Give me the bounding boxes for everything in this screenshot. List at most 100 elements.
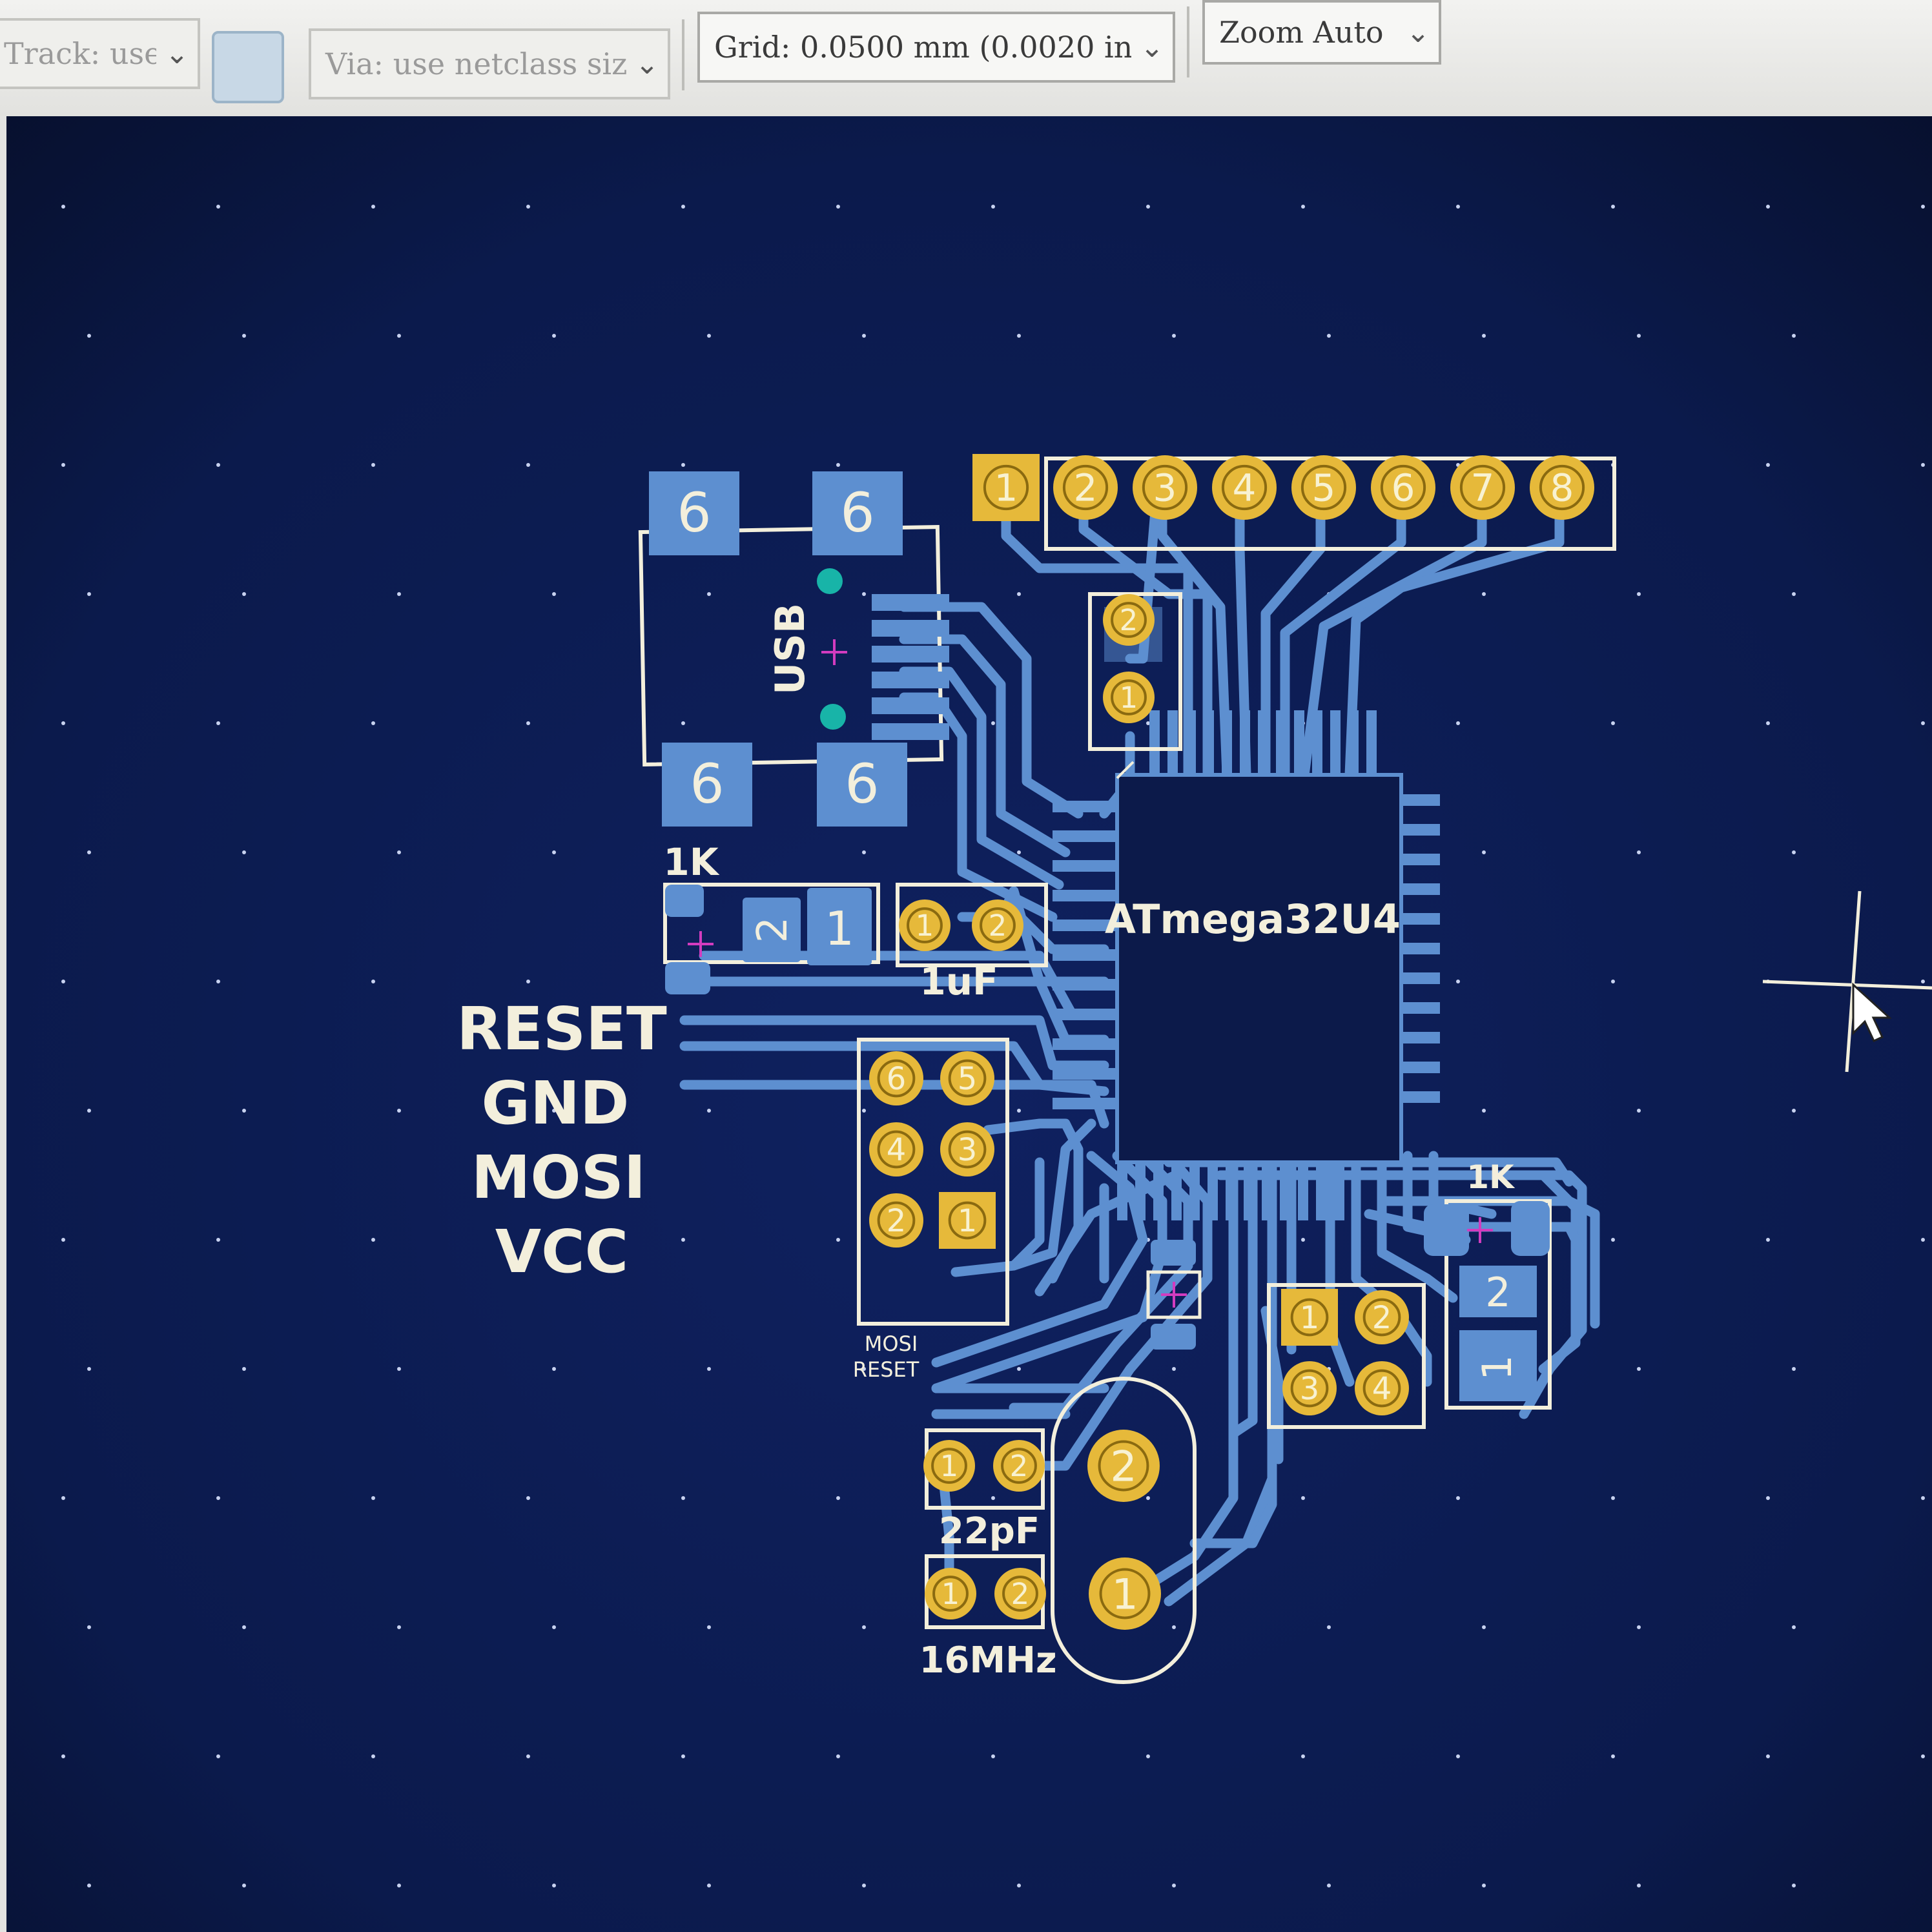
- usb-shield-pad[interactable]: 6: [649, 471, 739, 555]
- cap-22pf-a-pin-1[interactable]: 1: [923, 1440, 975, 1492]
- mcu-pad: [1053, 860, 1117, 872]
- crystal-pin-2[interactable]: 2: [1087, 1430, 1160, 1502]
- grid-dot: [526, 721, 530, 725]
- isp-pin-3[interactable]: 3: [940, 1122, 994, 1177]
- mcu-pad: [1135, 1162, 1146, 1220]
- cap-top-pin-1[interactable]: 1: [1103, 672, 1155, 723]
- button-pin-1[interactable]: 1: [1281, 1289, 1338, 1346]
- cap-22pf-b-pin-2[interactable]: 2: [994, 1568, 1046, 1619]
- grid-dot: [1482, 1109, 1486, 1113]
- cap-22pf-a-pin-2[interactable]: 2: [993, 1440, 1045, 1492]
- pcb-editor-window: Track: use netclass width ⌄ Via: use net…: [0, 0, 1932, 1932]
- grid-dot: [1766, 1754, 1770, 1758]
- usb-shield-pad[interactable]: 6: [817, 743, 907, 827]
- grid-dot: [1792, 1625, 1796, 1629]
- grid-dot: [862, 850, 866, 854]
- isp-pin-1[interactable]: 1: [939, 1192, 996, 1249]
- grid-dot: [1766, 1238, 1770, 1242]
- grid-dot: [862, 1884, 866, 1887]
- isp-pin-4[interactable]: 4: [869, 1122, 923, 1177]
- mcu-pad: [1204, 710, 1214, 775]
- chevron-down-icon: ⌄: [635, 47, 659, 81]
- header-pin-2-label: 2: [1074, 466, 1098, 510]
- header-pin-8-label: 8: [1550, 466, 1574, 510]
- grid-dot: [1921, 1754, 1925, 1758]
- mcu-pad: [1401, 854, 1440, 865]
- header-pin-1[interactable]: 1: [972, 454, 1040, 521]
- grid-dot: [681, 1496, 685, 1500]
- mcu-pad: [1334, 1162, 1344, 1220]
- button-pin-4[interactable]: 4: [1355, 1361, 1409, 1415]
- header-pin-6[interactable]: 6: [1371, 455, 1435, 520]
- grid-dot: [552, 850, 556, 854]
- button-pin-3[interactable]: 3: [1282, 1361, 1337, 1415]
- isp-pin-6[interactable]: 6: [869, 1051, 923, 1105]
- chevron-down-icon: ⌄: [1406, 15, 1430, 49]
- grid-dot: [836, 1496, 840, 1500]
- zoom-select[interactable]: Zoom Auto ⌄: [1202, 0, 1441, 65]
- mcu-pad: [1401, 883, 1440, 895]
- grid-dot: [1766, 463, 1770, 467]
- layer-pair-button[interactable]: [212, 31, 284, 103]
- grid-label: Grid: 0.0500 mm (0.0020 in): [714, 30, 1131, 65]
- mcu-pad: [1262, 1162, 1272, 1220]
- header-pin-4[interactable]: 4: [1212, 455, 1277, 520]
- cap-1uf-pin-2[interactable]: 2: [972, 899, 1023, 951]
- track-width-select[interactable]: Track: use netclass width ⌄: [0, 18, 200, 89]
- grid-dot: [1017, 850, 1021, 854]
- grid-dot: [216, 1754, 220, 1758]
- mcu-pad: [1222, 710, 1232, 775]
- cap-22pf-b-pin-2-label: 2: [1011, 1577, 1030, 1611]
- grid-dot: [1921, 980, 1925, 983]
- header-pin-8[interactable]: 8: [1530, 455, 1594, 520]
- grid-dot: [862, 1109, 866, 1113]
- grid-dot: [836, 1754, 840, 1758]
- grid-dot: [681, 721, 685, 725]
- mcu-pad: [1186, 710, 1196, 775]
- isp-pin-2[interactable]: 2: [869, 1193, 923, 1248]
- isp-pin-1-label: 1: [958, 1203, 978, 1239]
- usb-shield-pad[interactable]: 6: [812, 471, 903, 555]
- grid-dot: [1327, 1625, 1331, 1629]
- grid-dot: [371, 980, 375, 983]
- grid-dot: [1301, 1238, 1305, 1242]
- grid-dot: [1611, 721, 1615, 725]
- grid-dot: [991, 721, 995, 725]
- cap-1uf-pin-1[interactable]: 1: [899, 899, 951, 951]
- mcu-pad: [1401, 913, 1440, 925]
- grid-dot: [1146, 1754, 1150, 1758]
- usb-mounting-hole: [817, 568, 843, 594]
- via-size-select[interactable]: Via: use netclass sizes ⌄: [309, 28, 670, 99]
- grid-select[interactable]: Grid: 0.0500 mm (0.0020 in) ⌄: [697, 12, 1175, 83]
- button-pin-1-label: 1: [1300, 1300, 1320, 1336]
- header-pin-5-label: 5: [1312, 466, 1336, 510]
- grid-dot: [1456, 205, 1460, 209]
- grid-dot: [1301, 205, 1305, 209]
- grid-dot: [371, 463, 375, 467]
- cap-22pf-b-pin-1[interactable]: 1: [925, 1568, 976, 1619]
- mcu-pad: [1401, 943, 1440, 954]
- crystal-pin-1[interactable]: 1: [1089, 1557, 1161, 1630]
- grid-dot: [87, 1109, 91, 1113]
- grid-dot: [1482, 850, 1486, 854]
- header-pin-3[interactable]: 3: [1133, 455, 1197, 520]
- isp-pin-5[interactable]: 5: [940, 1051, 994, 1105]
- mcu-pad: [1401, 794, 1440, 806]
- grid-dot: [1172, 1884, 1176, 1887]
- header-pin-5[interactable]: 5: [1291, 455, 1356, 520]
- cap-22pf-b-pin-1-label: 1: [941, 1577, 960, 1611]
- usb-shield-pad[interactable]: 6: [662, 743, 752, 827]
- mcu-pad: [1258, 710, 1268, 775]
- mcu-pad: [1401, 1091, 1440, 1103]
- pcb-canvas[interactable]: ATmega32U4 12345678 6666 USB 2 1 2 1 1K …: [6, 116, 1932, 1932]
- header-pin-2[interactable]: 2: [1053, 455, 1118, 520]
- grid-dot: [242, 1625, 246, 1629]
- grid-dot: [1017, 1109, 1021, 1113]
- track-width-label: Track: use netclass width: [4, 36, 156, 71]
- cap-top-pin-2[interactable]: 2: [1103, 594, 1155, 646]
- button-pin-2[interactable]: 2: [1355, 1290, 1409, 1344]
- grid-dot: [1792, 1367, 1796, 1371]
- header-pin-1-label: 1: [994, 466, 1018, 510]
- grid-dot: [216, 721, 220, 725]
- header-pin-7[interactable]: 7: [1450, 455, 1515, 520]
